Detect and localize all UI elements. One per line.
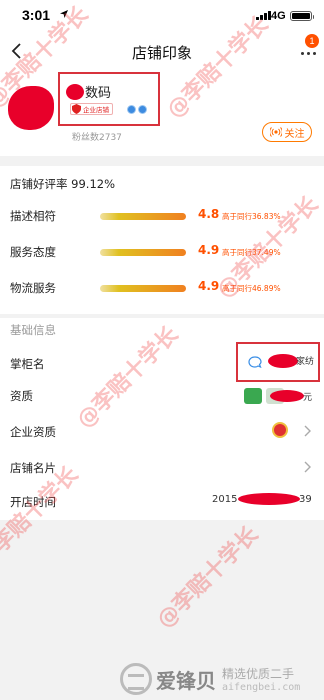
- rating-row-service: 服务态度 4.9 高于同行37.49%: [10, 242, 320, 262]
- rating-row-logistics: 物流服务 4.9 高于同行46.89%: [10, 278, 320, 298]
- brand-name: 爱锋贝: [156, 668, 216, 693]
- opened-label: 开店时间: [10, 495, 56, 509]
- shield-icon: [72, 104, 81, 114]
- page-title: 店铺印象: [131, 44, 192, 62]
- rating-section: 店铺好评率 99.12% 描述相符 4.8 高于同行36.83% 服务态度 4.…: [0, 166, 324, 314]
- network-label: 4G: [271, 10, 286, 22]
- opened-date-prefix: 2015: [212, 494, 238, 505]
- redaction-mark: [270, 390, 304, 402]
- shop-card-label: 店铺名片: [10, 461, 56, 475]
- battery-icon: [290, 11, 314, 21]
- nav-bar: 店铺印象: [0, 30, 324, 72]
- follow-button[interactable]: 关注: [262, 122, 312, 142]
- message-count-badge: 1: [305, 34, 319, 48]
- redaction-mark: [268, 354, 298, 368]
- shop-name-text: 数码: [85, 86, 112, 101]
- qualification-label: 资质: [10, 389, 33, 403]
- signal-icon: [256, 11, 271, 20]
- status-bar: 3:01 4G: [0, 0, 324, 30]
- basic-info-section: 基础信息 掌柜名 家纺 资质 元 企业资质 店铺名片 开店时间 2015 39: [0, 318, 324, 520]
- rating-compare: 高于同行46.89%: [222, 284, 281, 293]
- shop-level-icons: [127, 104, 147, 114]
- rating-score: 4.9: [198, 279, 220, 293]
- rating-label: 描述相符: [10, 209, 56, 223]
- fans-count: 粉丝数2737: [72, 133, 122, 143]
- redaction-mark: [238, 493, 300, 505]
- follow-label: 关注: [284, 128, 305, 140]
- redaction-mark: [66, 83, 84, 100]
- rating-score: 4.8: [198, 207, 220, 221]
- enterprise-emblem-icon: [272, 422, 288, 438]
- wangwang-icon: [248, 356, 262, 368]
- brand-tagline: 精选优质二手: [222, 667, 295, 681]
- opened-date-suffix: 39: [299, 494, 312, 505]
- chevron-right-icon: [304, 425, 311, 437]
- shop-name: 数码: [66, 82, 111, 101]
- rating-row-description: 描述相符 4.8 高于同行36.83%: [10, 206, 320, 226]
- license-icon: [244, 388, 262, 404]
- rating-bar: [100, 213, 186, 220]
- more-options-button[interactable]: [296, 46, 320, 60]
- qualification-suffix: 元: [303, 393, 313, 403]
- enterprise-qualification-label: 企业资质: [10, 425, 56, 439]
- location-arrow-icon: [60, 10, 68, 18]
- brand-logo: 爱锋贝: [120, 663, 216, 695]
- rating-label: 服务态度: [10, 245, 56, 259]
- status-time: 3:01: [22, 7, 51, 23]
- rating-compare: 高于同行37.49%: [222, 248, 281, 257]
- brand-domain: aifengbei.com: [222, 682, 301, 693]
- manager-label: 掌柜名: [10, 357, 45, 371]
- shop-card: 数码 企业店铺 粉丝数2737 关注: [0, 72, 324, 156]
- rating-bar: [100, 285, 186, 292]
- basic-info-header: 基础信息: [10, 323, 56, 337]
- rating-score: 4.9: [198, 243, 220, 257]
- rating-bar: [100, 249, 186, 256]
- shop-badges: 企业店铺: [70, 103, 147, 115]
- broadcast-icon: [269, 127, 282, 137]
- manager-name-suffix: 家纺: [296, 357, 315, 367]
- enterprise-badge: 企业店铺: [70, 103, 113, 115]
- info-row-shop-card[interactable]: 店铺名片: [0, 452, 324, 482]
- rating-compare: 高于同行36.83%: [222, 212, 281, 221]
- brand-mark-icon: [120, 663, 152, 695]
- overall-rating: 店铺好评率 99.12%: [10, 177, 116, 191]
- enterprise-badge-label: 企业店铺: [83, 106, 109, 114]
- chevron-right-icon: [304, 461, 311, 473]
- shop-logo-redacted: [8, 86, 54, 130]
- watermark: @李赔十学长: [152, 522, 264, 634]
- rating-label: 物流服务: [10, 281, 56, 295]
